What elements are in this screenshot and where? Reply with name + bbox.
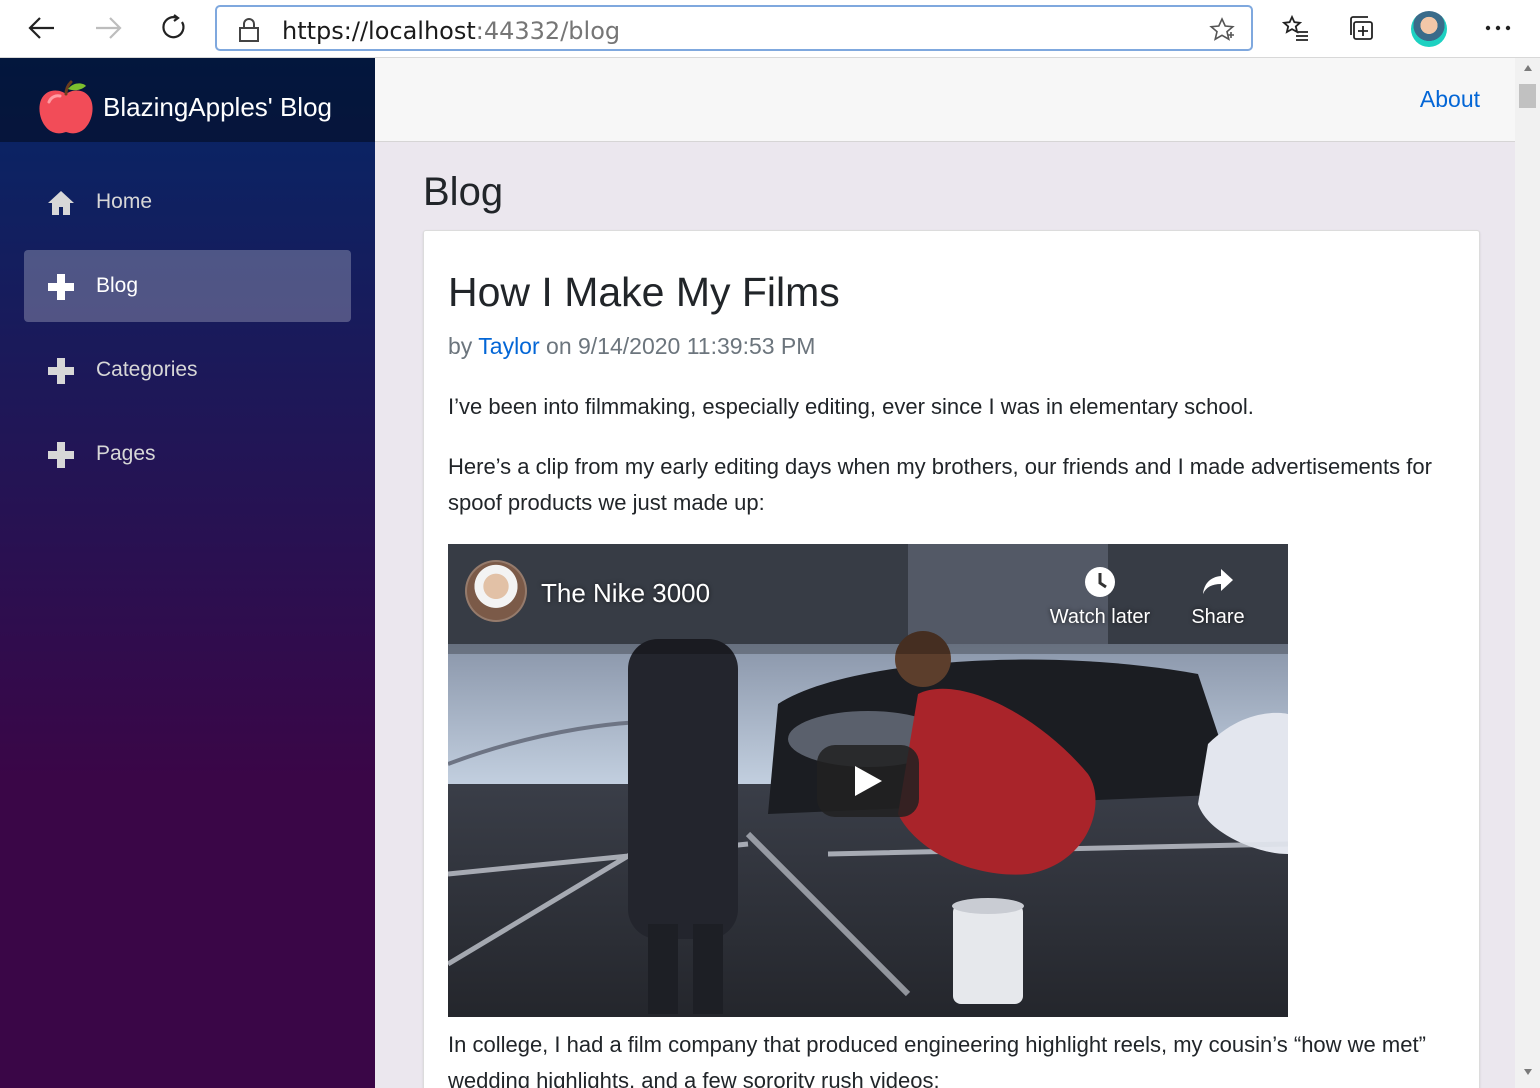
share-button[interactable]: Share [1178, 562, 1258, 629]
sidebar-item-pages[interactable]: Pages [24, 418, 351, 490]
page-scrollbar[interactable] [1515, 58, 1540, 1088]
sidebar-item-label: Home [96, 190, 153, 213]
post-paragraph-2: Here’s a clip from my early editing days… [448, 454, 1432, 515]
watch-later-label: Watch later [1049, 606, 1151, 628]
top-row: About [375, 58, 1515, 142]
address-bar[interactable]: https://localhost:44332/blog [215, 5, 1253, 51]
play-icon [855, 766, 882, 796]
about-link[interactable]: About [1420, 86, 1480, 113]
favorites-list-icon[interactable] [1276, 8, 1316, 48]
video-embed[interactable]: The Nike 3000 Watch later Share [448, 544, 1288, 1017]
collections-icon[interactable] [1342, 8, 1382, 48]
main-content: About Blog How I Make My Films by Taylor… [375, 58, 1515, 1088]
channel-avatar[interactable] [465, 560, 527, 622]
brand-title[interactable]: BlazingApples' Blog [103, 92, 332, 123]
watch-later-button[interactable]: Watch later [1044, 562, 1156, 629]
lock-icon [237, 17, 261, 48]
post-paragraph-3: In college, I had a film company that pr… [448, 1032, 1426, 1088]
clock-icon [1044, 562, 1156, 602]
post-date: on 9/14/2020 11:39:53 PM [546, 333, 816, 359]
brand-bar: BlazingApples' Blog [0, 58, 375, 142]
sidebar-item-home[interactable]: Home [24, 166, 351, 238]
home-icon [46, 188, 76, 218]
url-text: https://localhost:44332/blog [282, 17, 621, 45]
more-icon[interactable] [1478, 8, 1518, 48]
sidebar-item-label: Pages [96, 442, 156, 465]
play-button[interactable] [817, 745, 919, 817]
sidebar-item-categories[interactable]: Categories [24, 334, 351, 406]
plus-icon [46, 440, 76, 470]
sidebar-item-label: Categories [96, 358, 198, 381]
scroll-down-arrow-icon[interactable] [1515, 1068, 1540, 1082]
apple-logo-icon[interactable] [36, 80, 96, 136]
scroll-up-arrow-icon[interactable] [1515, 64, 1540, 78]
author-link[interactable]: Taylor [478, 333, 539, 359]
post-paragraph-1: I’ve been into filmmaking, especially ed… [448, 394, 1254, 419]
sidebar-item-blog[interactable]: Blog [24, 250, 351, 322]
post-byline: by Taylor on 9/14/2020 11:39:53 PM [448, 333, 815, 360]
byline-by: by [448, 333, 473, 359]
page-title: Blog [423, 170, 504, 214]
scroll-thumb[interactable] [1519, 84, 1536, 108]
plus-icon [46, 356, 76, 386]
share-label: Share [1191, 606, 1245, 628]
post-title[interactable]: How I Make My Films [448, 269, 840, 316]
profile-avatar[interactable] [1411, 11, 1447, 47]
browser-toolbar: https://localhost:44332/blog [0, 0, 1540, 58]
video-title[interactable]: The Nike 3000 [541, 578, 710, 609]
plus-icon [46, 272, 76, 302]
sidebar: BlazingApples' Blog Home Blog Categories… [0, 58, 375, 1088]
back-icon[interactable] [22, 8, 62, 48]
sidebar-item-label: Blog [96, 274, 139, 297]
refresh-icon[interactable] [154, 8, 194, 48]
forward-icon[interactable] [88, 8, 128, 48]
share-arrow-icon [1178, 562, 1258, 602]
post-card: How I Make My Films by Taylor on 9/14/20… [423, 230, 1480, 1088]
favorite-star-icon[interactable] [1209, 17, 1235, 48]
